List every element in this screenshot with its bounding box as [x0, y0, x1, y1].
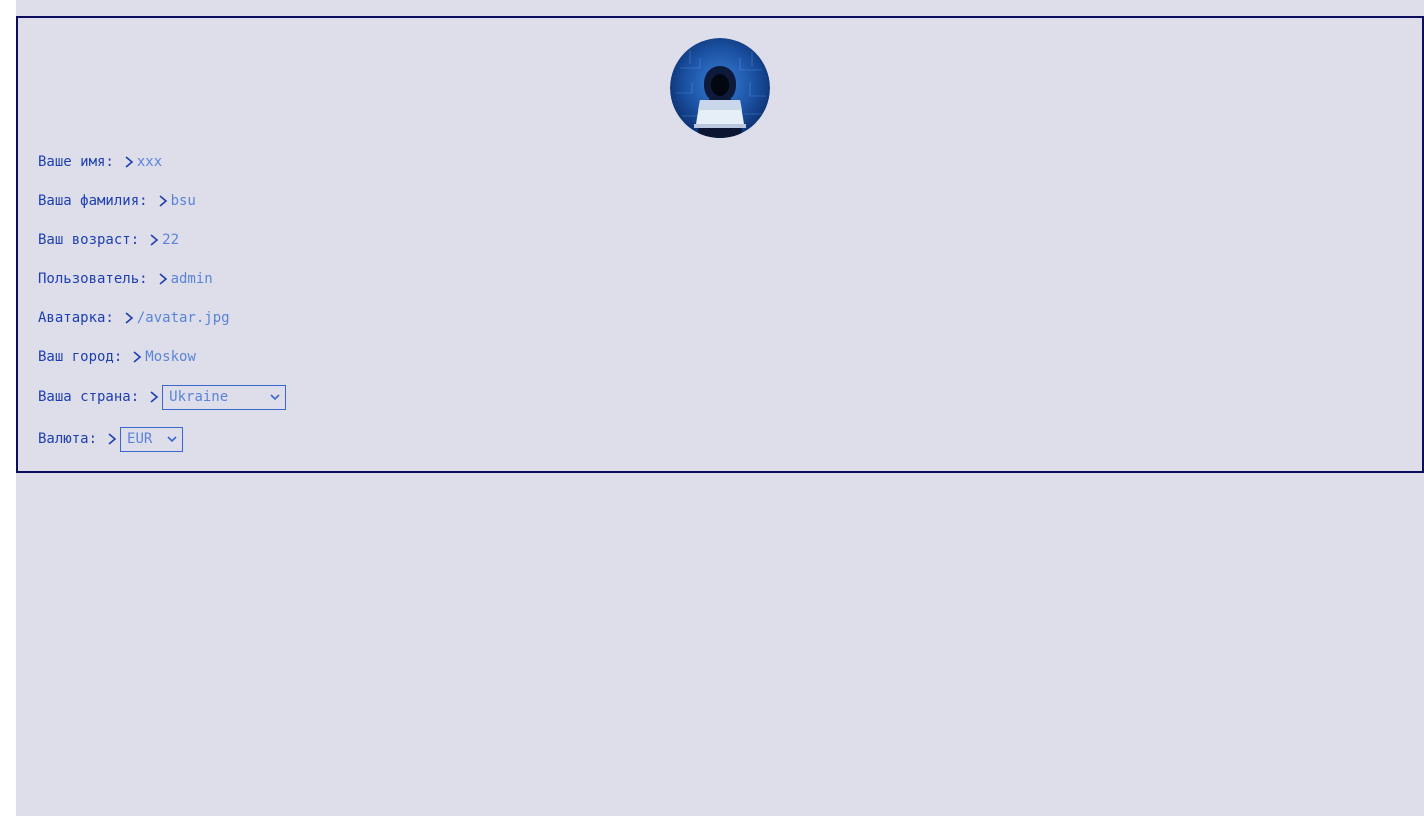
field-row-age: Ваш возраст: 22: [38, 229, 179, 251]
avatar-path-value: /avatar.jpg: [136, 310, 230, 326]
field-row-country: Ваша страна: Ukraine: [38, 384, 287, 410]
user-value: admin: [170, 271, 213, 287]
field-row-avatar: Аватарка: /avatar.jpg: [38, 307, 230, 329]
field-row-currency: Валюта: EUR: [38, 426, 184, 452]
profile-card: Ваше имя: xxx Ваша фамилия: bsu Ваш возр…: [16, 16, 1424, 473]
city-value: Moskow: [145, 349, 196, 365]
age-value: 22: [162, 232, 180, 248]
name-label: Ваше имя:: [38, 154, 114, 170]
avatar: [670, 38, 770, 138]
user-label: Пользователь:: [38, 271, 148, 287]
currency-selected-value: EUR: [127, 431, 153, 447]
country-label: Ваша страна:: [38, 389, 140, 405]
chevron-down-icon: [270, 393, 280, 400]
field-row-user: Пользователь: admin: [38, 268, 213, 290]
chevron-down-icon: [167, 435, 177, 442]
name-value: xxx: [136, 154, 163, 170]
field-row-name: Ваше имя: xxx: [38, 151, 162, 173]
age-label: Ваш возраст:: [38, 232, 140, 248]
hacker-avatar-image: [670, 38, 770, 138]
chevron-right-icon: [150, 234, 159, 246]
chevron-right-icon: [133, 351, 142, 363]
chevron-right-icon: [159, 195, 167, 207]
avatar-label: Аватарка:: [38, 310, 114, 326]
surname-label: Ваша фамилия:: [38, 193, 148, 209]
country-select[interactable]: Ukraine: [162, 384, 287, 410]
currency-label: Валюта:: [38, 431, 98, 447]
chevron-right-icon: [159, 273, 167, 285]
city-label: Ваш город:: [38, 349, 123, 365]
chevron-right-icon: [108, 433, 117, 445]
chevron-right-icon: [150, 391, 159, 403]
chevron-right-icon: [125, 156, 134, 168]
field-row-surname: Ваша фамилия: bsu: [38, 190, 196, 212]
country-selected-value: Ukraine: [169, 389, 229, 405]
currency-select[interactable]: EUR: [120, 426, 184, 452]
surname-value: bsu: [170, 193, 196, 209]
chevron-right-icon: [125, 312, 134, 324]
field-row-city: Ваш город: Moskow: [38, 346, 196, 368]
